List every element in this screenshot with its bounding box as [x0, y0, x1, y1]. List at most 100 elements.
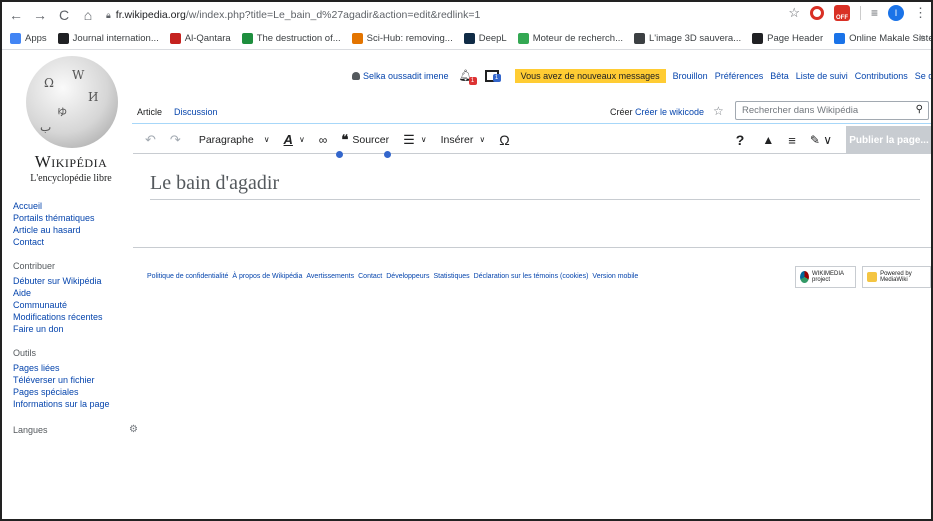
paragraph-format-dropdown[interactable]: Paragraphe ∨ [199, 134, 270, 146]
personal-link[interactable]: Contributions [855, 71, 908, 81]
bookmark-item[interactable]: The destruction of... [241, 33, 341, 44]
bookmark-item[interactable]: L'image 3D sauvera... [634, 33, 741, 44]
username: Selka oussadit imene [363, 71, 449, 81]
lock-icon: 🔒︎ [106, 9, 111, 20]
personal-link[interactable]: Brouillon [673, 71, 708, 81]
back-arrow-icon[interactable]: ← [6, 5, 26, 25]
apps-grid-icon [10, 33, 21, 44]
scihub-icon [351, 33, 363, 44]
list-dropdown[interactable]: ☰ ∨ [403, 132, 427, 148]
link-icon[interactable]: ∞ [319, 133, 328, 147]
home-icon[interactable]: ⌂ [78, 5, 98, 25]
cite-button[interactable]: ❝ Sourcer [341, 132, 389, 148]
sidebar-link[interactable]: Communauté [13, 299, 138, 311]
publish-button[interactable]: Publier la page... [846, 126, 931, 154]
sidebar-link[interactable]: Pages spéciales [13, 386, 138, 398]
tab-article[interactable]: Article [137, 107, 162, 117]
bookmark-item[interactable]: Journal internation... [57, 33, 159, 44]
personal-link[interactable]: Bêta [770, 71, 789, 81]
sidebar-link[interactable]: Portails thématiques [13, 212, 138, 224]
profile-avatar[interactable]: I [888, 5, 904, 21]
search-input[interactable]: Rechercher dans Wikipédia ⚲ [735, 101, 929, 120]
bookmark-item[interactable]: Sci-Hub: removing... [351, 33, 453, 44]
bookmark-label: The destruction of... [256, 33, 341, 44]
personal-link[interactable]: Liste de suivi [796, 71, 848, 81]
dergipark-icon [834, 33, 846, 44]
footer-link[interactable]: Déclaration sur les témoins (cookies) [474, 273, 589, 280]
bookmark-label: Moteur de recherch... [532, 33, 624, 44]
editor-toolbar: ↶ ↷ Paragraphe ∨ A ∨ ∞ ❝ Sourcer ☰ ∨ Ins… [133, 126, 931, 154]
forward-arrow-icon[interactable]: → [30, 5, 50, 25]
page-options-menu-icon[interactable]: ≡ [788, 133, 796, 148]
github-icon [752, 33, 764, 44]
wikimedia-badge[interactable]: WIKIMEDIA project [795, 266, 856, 288]
page-title[interactable]: Le bain d'agadir [150, 172, 920, 200]
help-icon[interactable]: ? [736, 132, 745, 148]
search-placeholder: Rechercher dans Wikipédia [742, 105, 859, 116]
footer-link[interactable]: Avertissements [306, 273, 354, 280]
bookmark-label: L'image 3D sauvera... [649, 33, 742, 44]
bell-icon[interactable]: 🔔︎ 1 [459, 69, 477, 85]
reading-list-icon[interactable]: ≡ [871, 6, 878, 20]
sidebar-link[interactable]: Aide [13, 287, 138, 299]
opera-extension-icon[interactable] [809, 6, 824, 20]
bookmark-item[interactable]: DeepL [463, 33, 507, 44]
footer-link[interactable]: Développeurs [386, 273, 429, 280]
footer-link[interactable]: Version mobile [592, 273, 638, 280]
sidebar-link[interactable]: Article au hasard [13, 224, 138, 236]
sidebar-link[interactable]: Faire un don [13, 323, 138, 335]
watch-star-icon[interactable]: ☆ [713, 104, 724, 118]
bookmark-item[interactable]: Online Makale Siste... [834, 33, 931, 44]
tab-create-wikicode[interactable]: Créer le wikicode [635, 107, 704, 117]
sidebar-link[interactable]: Contact [13, 236, 138, 248]
user-link[interactable]: Selka oussadit imene [352, 71, 449, 81]
more-bookmarks-icon[interactable]: » [919, 32, 925, 43]
text-style-dropdown[interactable]: A ∨ [270, 132, 305, 147]
notices-warning-icon[interactable]: ▲ [762, 133, 774, 147]
editor-surface[interactable]: Le bain d'agadir [133, 154, 931, 248]
redo-icon[interactable]: ↷ [170, 132, 181, 148]
mediawiki-icon [866, 272, 878, 282]
bookmark-item[interactable]: Page Header [752, 33, 823, 44]
c-logo-icon [241, 33, 253, 44]
bookmark-label: Apps [25, 33, 47, 44]
new-messages-banner[interactable]: Vous avez de nouveaux messages [514, 69, 666, 83]
footer-link[interactable]: À propos de Wikipédia [232, 273, 302, 280]
sidebar-link[interactable]: Téléverser un fichier [13, 374, 138, 386]
search-icon[interactable]: ⚲ [916, 104, 923, 115]
bookmark-item[interactable]: Al-Qantara [169, 33, 231, 44]
footer-link[interactable]: Contact [358, 273, 382, 280]
undo-icon[interactable]: ↶ [145, 132, 156, 148]
menu-kebab-icon[interactable]: ⋮ [914, 5, 927, 21]
toolbar-actions: ? ▲ ≡ ✎ ∨ Publier la page... [736, 126, 931, 154]
personal-link[interactable]: Préférences [715, 71, 764, 81]
reload-icon[interactable]: C [54, 5, 74, 25]
footer-link[interactable]: Politique de confidentialité [147, 273, 228, 280]
address-bar[interactable]: 🔒︎ fr.wikipedia.org /w/index.php?title=L… [106, 9, 480, 21]
deepl-icon [463, 33, 475, 44]
adblock-off-icon[interactable]: OFF [833, 5, 850, 21]
edit-mode-switch-icon[interactable]: ✎ ∨ [810, 133, 832, 147]
bookmark-item[interactable]: Moteur de recherch... [517, 33, 624, 44]
sidebar-tools: Pages liées Téléverser un fichier Pages sp… [13, 362, 138, 410]
sidebar-link[interactable]: Modifications récentes [13, 311, 138, 323]
wikipedia-logo[interactable]: Ω W И ゅ ب Wikipédia L'encyclopédie libre [12, 56, 142, 184]
gear-icon[interactable]: ⚙ [129, 424, 138, 435]
mediawiki-badge[interactable]: Powered by MediaWiki [861, 266, 931, 288]
sidebar-link[interactable]: Débuter sur Wikipédia [13, 275, 138, 287]
personal-link[interactable]: Se déconnecter [915, 71, 931, 81]
footer-link[interactable]: Statistiques [433, 273, 469, 280]
browser-window: ← → C ⌂ 🔒︎ fr.wikipedia.org /w/index.php… [0, 0, 933, 521]
bookmark-item[interactable]: Apps [10, 33, 47, 44]
tab-discussion[interactable]: Discussion [174, 107, 218, 117]
bookmark-star-icon[interactable]: ☆ [788, 5, 800, 21]
special-character-icon[interactable]: Ω [499, 132, 509, 148]
flag-icon [634, 33, 646, 44]
sidebar-link[interactable]: Informations sur la page [13, 398, 138, 410]
sidebar-link[interactable]: Accueil [13, 200, 138, 212]
tray-icon[interactable]: 1 [484, 70, 501, 82]
tab-create[interactable]: Créer [610, 107, 633, 117]
sidebar-link[interactable]: Pages liées [13, 362, 138, 374]
chevron-down-icon: ∨ [479, 135, 486, 144]
insert-dropdown[interactable]: Insérer ∨ [441, 134, 486, 146]
